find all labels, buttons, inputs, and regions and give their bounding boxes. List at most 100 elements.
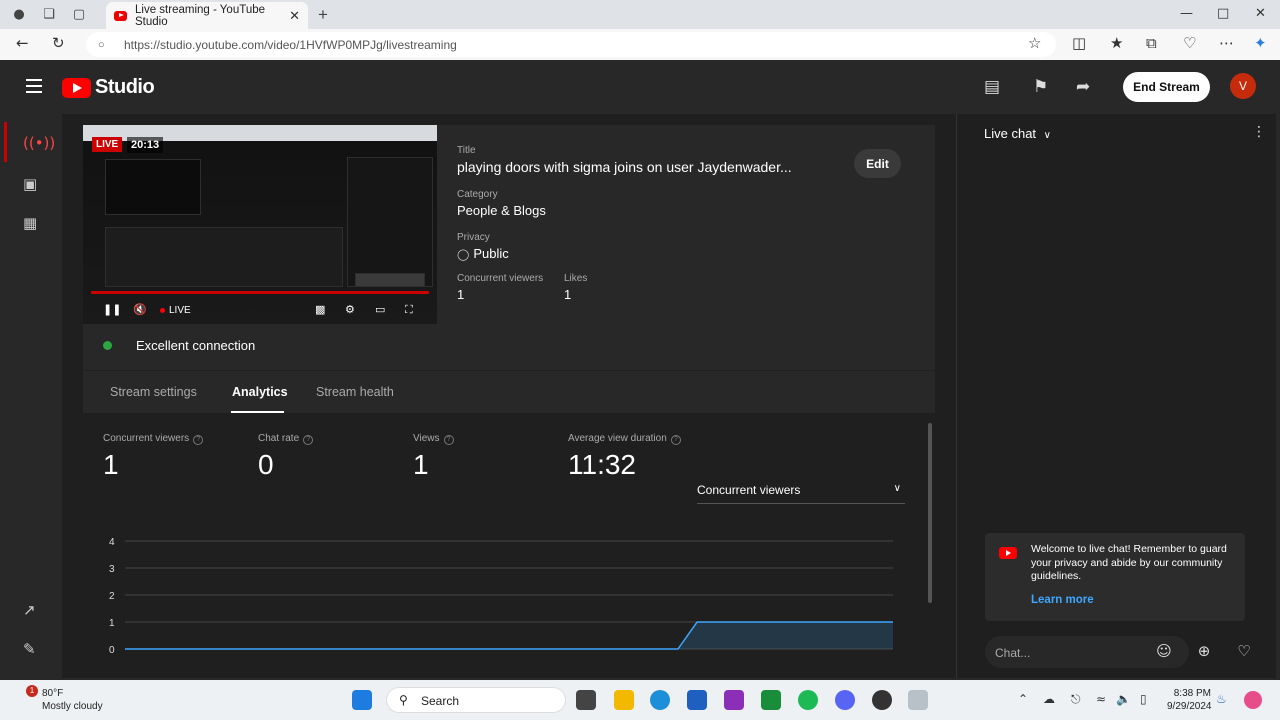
live-chat-header[interactable]: Live chat ∨	[984, 126, 1051, 141]
privacy-label: Privacy	[457, 232, 490, 243]
window-close-icon[interactable]: ✕	[1255, 6, 1266, 21]
settings-gear-icon[interactable]: ⚙	[345, 303, 355, 316]
notification-badge: 1	[26, 685, 38, 697]
concurrent-viewers-stat: Concurrent viewers 1	[457, 273, 543, 302]
live-chat-title: Live chat	[984, 126, 1037, 141]
calendar-icon[interactable]: ▦	[23, 214, 37, 232]
help-icon[interactable]: ?	[193, 435, 204, 445]
weather-widget[interactable]: 1 80°F Mostly cloudy	[14, 685, 103, 713]
edit-button[interactable]: Edit	[854, 149, 901, 178]
main-scrollbar[interactable]	[928, 415, 932, 665]
camera-icon[interactable]: ▣	[23, 175, 37, 193]
back-icon[interactable]: ←	[16, 34, 29, 52]
add-icon[interactable]: ⊕	[1194, 642, 1214, 662]
clapperboard-icon[interactable]: ▤	[984, 77, 1000, 97]
clock-date: 9/29/2024	[1167, 701, 1212, 712]
studio-app: Studio ▤ ⚑ ➦ End Stream V ((•)) ▣ ▦ ↗ ✎ …	[4, 60, 1276, 678]
help-icon[interactable]: ?	[303, 435, 314, 445]
share-icon[interactable]: ➦	[1076, 77, 1090, 97]
discord-icon[interactable]	[835, 690, 855, 710]
privacy-value: Public	[473, 246, 509, 261]
help-icon[interactable]: ?	[670, 435, 681, 445]
menu-icon[interactable]	[26, 79, 42, 97]
favorites-icon[interactable]: ★	[1110, 34, 1123, 52]
clipchamp-icon[interactable]	[724, 690, 744, 710]
profile-icon[interactable]: ●	[8, 4, 30, 26]
xbox-icon[interactable]	[761, 690, 781, 710]
spotify-icon[interactable]	[798, 690, 818, 710]
help-icon[interactable]: ?	[443, 435, 454, 445]
stream-details: Title playing doors with sigma joins on …	[457, 145, 792, 309]
wifi-icon[interactable]: ≈	[1096, 692, 1106, 706]
open-external-icon[interactable]: ↗	[23, 601, 36, 619]
windows-start-icon[interactable]	[352, 690, 372, 710]
close-tab-icon[interactable]: ✕	[289, 8, 300, 24]
metric-chat-rate: Chat rate? 0	[258, 433, 314, 481]
feedback-icon[interactable]: ✎	[23, 640, 36, 658]
cast-icon[interactable]: ▭	[375, 303, 385, 316]
player-live-indicator[interactable]: LIVE	[160, 305, 191, 316]
captions-icon[interactable]: ▩	[315, 303, 325, 316]
store-icon[interactable]	[687, 690, 707, 710]
live-broadcast-icon[interactable]: ((•))	[23, 134, 55, 152]
address-bar[interactable]: ○ https://studio.youtube.com/video/1HVfW…	[86, 32, 1056, 57]
tab-stream-settings[interactable]: Stream settings	[110, 385, 197, 399]
tab-title: Live streaming - YouTube Studio	[135, 3, 266, 28]
refresh-icon[interactable]: ↻	[52, 34, 65, 52]
left-rail: ((•)) ▣ ▦ ↗ ✎	[4, 114, 62, 678]
avatar[interactable]: V	[1230, 73, 1256, 99]
fullscreen-icon[interactable]: ⛶	[405, 303, 413, 317]
studio-logo-text: Studio	[95, 76, 155, 98]
more-options-icon[interactable]: ⋯	[1219, 34, 1234, 52]
pause-icon[interactable]: ❚❚	[103, 303, 121, 316]
tab-stream-health[interactable]: Stream health	[316, 385, 394, 399]
copilot-taskbar-icon[interactable]	[1244, 691, 1262, 709]
browser-tab-active[interactable]: Live streaming - YouTube Studio ✕	[106, 2, 308, 29]
battery-icon[interactable]: ▯	[1140, 692, 1147, 706]
stream-tabs: Stream settings Analytics Stream health	[83, 370, 935, 414]
stream-preview-player[interactable]: LIVE 20:13 ❚❚ 🔇 LIVE ▩ ⚙ ▭ ⛶	[83, 125, 437, 324]
studio-logo[interactable]: Studio	[62, 76, 155, 99]
metric-value: 1	[103, 449, 119, 480]
tray-overflow-icon[interactable]: ⌃	[1018, 692, 1028, 706]
file-explorer-icon[interactable]	[614, 690, 634, 710]
bookmark-icon[interactable]: ⚑	[1033, 77, 1048, 97]
taskbar-search[interactable]: ⚲ Search	[386, 687, 566, 713]
browser-tab-strip: ● ❏ ▢ Live streaming - YouTube Studio ✕ …	[0, 0, 1280, 29]
tab-actions-icon[interactable]: ▢	[68, 4, 90, 26]
new-tab-icon[interactable]: +	[318, 5, 328, 25]
workspaces-icon[interactable]: ❏	[38, 4, 60, 26]
collections-icon[interactable]: ⧉	[1146, 34, 1157, 52]
scrollbar-thumb[interactable]	[928, 423, 932, 603]
minimize-icon[interactable]: —	[1180, 6, 1193, 21]
volume-icon[interactable]: 🔈	[1116, 692, 1131, 706]
favorite-star-icon[interactable]: ☆	[1028, 34, 1041, 52]
likes-label: Likes	[564, 273, 588, 284]
heart-icon[interactable]: ♡	[1234, 642, 1254, 662]
player-progress-bar[interactable]	[91, 291, 429, 294]
roblox-icon[interactable]	[872, 690, 892, 710]
chat-more-icon[interactable]: ⋮	[1252, 124, 1266, 140]
end-stream-button[interactable]: End Stream	[1123, 72, 1210, 102]
preview-mini-welcome	[355, 273, 425, 287]
clock-time: 8:38 PM	[1173, 688, 1211, 699]
emoji-icon[interactable]: ☺	[1154, 642, 1174, 662]
tab-analytics[interactable]: Analytics	[232, 385, 288, 399]
microphone-icon[interactable]: ⎋	[1071, 692, 1081, 707]
bell-icon[interactable]: ♨	[1216, 692, 1227, 706]
chart-metric-dropdown[interactable]: Concurrent viewers ∨	[697, 483, 905, 504]
edge-icon[interactable]	[650, 690, 670, 710]
browser-essentials-icon[interactable]: ♡	[1183, 34, 1196, 52]
onedrive-icon[interactable]: ☁	[1043, 692, 1055, 706]
split-screen-icon[interactable]: ◫	[1072, 34, 1086, 52]
task-view-icon[interactable]	[576, 690, 596, 710]
mute-icon[interactable]: 🔇	[133, 303, 147, 316]
app-icon[interactable]	[908, 690, 928, 710]
live-elapsed-time: 20:13	[127, 137, 164, 153]
weather-condition: Mostly cloudy	[42, 701, 103, 712]
copilot-icon[interactable]: ✦	[1254, 34, 1267, 52]
learn-more-link[interactable]: Learn more	[1031, 594, 1094, 606]
site-info-icon[interactable]: ○	[98, 39, 110, 51]
system-clock[interactable]: 8:38 PM 9/29/2024	[1167, 687, 1212, 713]
maximize-icon[interactable]: □	[1217, 6, 1229, 21]
